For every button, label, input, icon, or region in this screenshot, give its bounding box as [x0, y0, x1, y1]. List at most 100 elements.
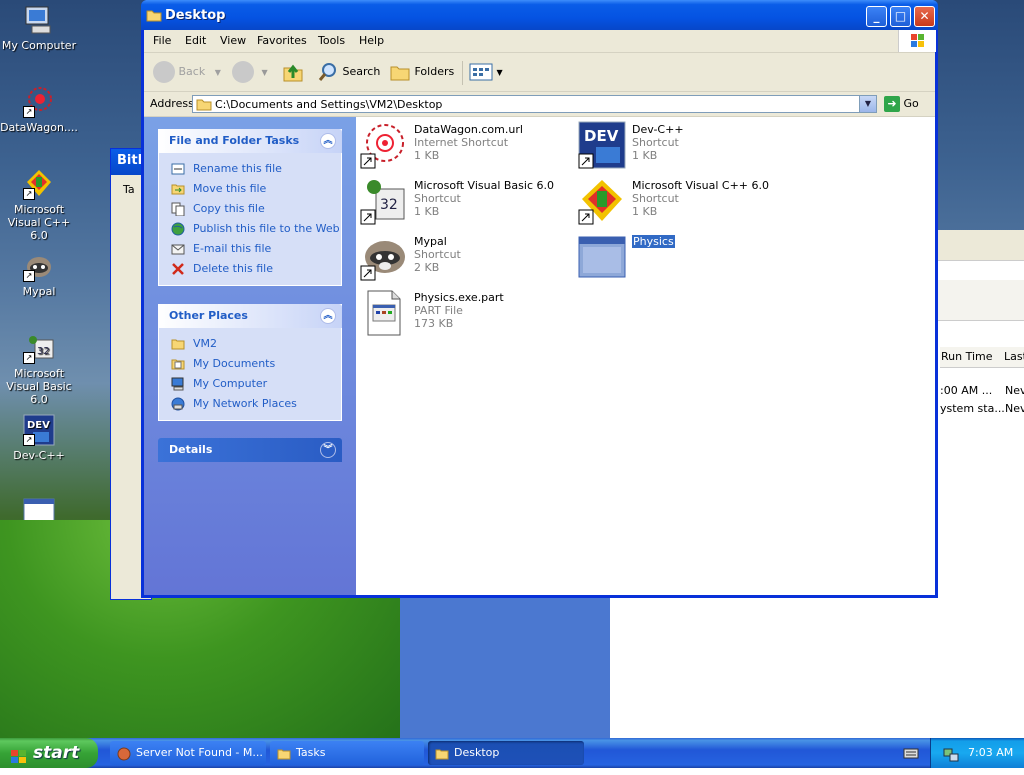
run-time-cell: :00 AM ...	[940, 384, 993, 397]
file-item-visual-cpp[interactable]: Microsoft Visual C++ 6.0 Shortcut 1 KB	[578, 177, 788, 231]
file-size: 173 KB	[414, 317, 454, 330]
keyboard-icon[interactable]	[903, 746, 919, 763]
other-places-panel: Other Places ︽ VM2 My Documents My Compu…	[158, 304, 342, 421]
menu-help[interactable]: Help	[359, 34, 384, 47]
table-row[interactable]: :00 AM ... Nev	[940, 384, 1024, 397]
place-my-computer[interactable]: My Computer	[159, 374, 341, 394]
menu-file[interactable]: File	[153, 34, 171, 47]
desktop-icon-datawagon[interactable]: ↗ DataWagon....	[0, 86, 78, 134]
start-button[interactable]: start	[0, 738, 98, 768]
desktop-icon-physics-part[interactable]: Physics.exe....	[0, 578, 78, 626]
column-header-run-time[interactable]: Run Time	[941, 350, 993, 363]
desktop-icon-my-computer[interactable]: My Computer	[0, 4, 78, 52]
taskbar: start Server Not Found - M... Tasks Desk…	[0, 738, 1024, 768]
close-button[interactable]: ✕	[914, 6, 935, 27]
forward-arrow-icon	[232, 61, 254, 83]
toolbar-divider	[462, 61, 463, 85]
address-dropdown-button[interactable]: ▼	[859, 96, 876, 112]
minimize-button[interactable]: _	[866, 6, 887, 27]
task-label: Move this file	[193, 182, 267, 195]
place-my-network-places[interactable]: My Network Places	[159, 394, 341, 414]
search-icon	[318, 63, 336, 81]
desktop-icon-visual-basic[interactable]: 32 ↗ Microsoft Visual Basic 6.0	[0, 332, 78, 406]
rename-icon	[171, 162, 185, 176]
desktop-icon-physics[interactable]: Physics	[0, 496, 78, 544]
collapse-chevron-icon[interactable]: ︽	[320, 133, 336, 149]
panel-title: File and Folder Tasks	[169, 134, 300, 147]
file-item-datawagon[interactable]: DataWagon.com.url Internet Shortcut 1 KB	[360, 121, 570, 175]
file-item-dev-cpp[interactable]: DEV Dev-C++ Shortcut 1 KB	[578, 121, 788, 175]
task-label: Desktop	[454, 746, 500, 759]
task-tasks[interactable]: Tasks	[270, 741, 424, 765]
svg-text:32: 32	[380, 197, 398, 213]
column-header-last[interactable]: Last	[1004, 350, 1024, 363]
task-desktop[interactable]: Desktop	[428, 741, 584, 765]
desktop-icon-dev-cpp[interactable]: DEV ↗ Dev-C++	[0, 414, 78, 462]
desktop-icon-label: Mypal	[22, 285, 56, 298]
address-value: C:\Documents and Settings\VM2\Desktop	[215, 98, 443, 111]
task-email-file[interactable]: E-mail this file	[159, 239, 341, 259]
file-list-view[interactable]: DataWagon.com.url Internet Shortcut 1 KB…	[356, 117, 935, 595]
visual-basic-icon: 32	[360, 177, 408, 225]
task-delete-file[interactable]: Delete this file	[159, 259, 341, 279]
network-tray-icon[interactable]	[943, 745, 959, 775]
browser-icon	[117, 746, 131, 765]
visual-cpp-icon: ↗	[23, 168, 55, 200]
file-item-mypal[interactable]: Mypal Shortcut 2 KB	[360, 233, 570, 287]
desktop-icon-mypal[interactable]: ↗ Mypal	[0, 250, 78, 298]
table-row[interactable]: ystem sta... Nev	[940, 402, 1024, 415]
file-name-selected: Physics	[632, 235, 675, 248]
collapse-chevron-icon[interactable]: ︽	[320, 308, 336, 324]
task-label: Publish this file to the Web	[193, 222, 340, 235]
task-server-not-found[interactable]: Server Not Found - M...	[110, 741, 266, 765]
forward-button[interactable]: ▼	[232, 60, 268, 84]
file-size: 1 KB	[414, 205, 440, 218]
last-cell: Nev	[1005, 384, 1024, 397]
title-bar[interactable]: Desktop _ □ ✕	[141, 0, 938, 30]
clock[interactable]: 7:03 AM	[968, 738, 1013, 768]
task-publish-web[interactable]: Publish this file to the Web	[159, 219, 341, 239]
panel-header[interactable]: Other Places ︽	[158, 304, 342, 328]
shortcut-arrow-icon: ↗	[23, 352, 35, 364]
menu-favorites[interactable]: Favorites	[257, 34, 307, 47]
place-label: VM2	[193, 337, 218, 350]
place-vm2[interactable]: VM2	[159, 334, 341, 354]
search-button[interactable]: Search	[317, 60, 380, 84]
go-button[interactable]: ➜ Go	[884, 95, 919, 113]
address-bar: Address C:\Documents and Settings\VM2\De…	[144, 92, 935, 117]
file-size: 1 KB	[414, 149, 440, 162]
task-move-file[interactable]: Move this file	[159, 179, 341, 199]
views-button[interactable]: ▼	[469, 60, 503, 84]
file-item-visual-basic[interactable]: 32 Microsoft Visual Basic 6.0 Shortcut 1…	[360, 177, 570, 231]
go-label: Go	[903, 97, 919, 110]
task-label: Rename this file	[193, 162, 282, 175]
folders-button[interactable]: Folders	[389, 60, 454, 84]
desktop-icon-visual-cpp[interactable]: ↗ Microsoft Visual C++ 6.0	[0, 168, 78, 242]
explorer-window[interactable]: Desktop _ □ ✕ File Edit View Favorites T…	[141, 0, 938, 598]
background-window-tab[interactable]: Ta	[123, 183, 135, 196]
expand-chevron-icon[interactable]: ︾	[320, 442, 336, 458]
maximize-button[interactable]: □	[890, 6, 911, 27]
task-rename-file[interactable]: Rename this file	[159, 159, 341, 179]
svg-text:DEV: DEV	[27, 420, 50, 431]
panel-header[interactable]: Details ︾	[158, 438, 342, 462]
desktop-icon-label: My Computer	[1, 39, 77, 52]
menu-edit[interactable]: Edit	[185, 34, 206, 47]
task-copy-file[interactable]: Copy this file	[159, 199, 341, 219]
file-item-physics-part[interactable]: Physics.exe.part PART File 173 KB	[360, 289, 570, 343]
views-icon	[469, 63, 493, 81]
file-name: Physics.exe.part	[414, 291, 504, 304]
file-type: Shortcut	[632, 136, 679, 149]
scheduled-tasks-icon	[277, 746, 291, 765]
up-folder-button[interactable]	[281, 60, 305, 84]
menu-tools[interactable]: Tools	[318, 34, 345, 47]
place-my-documents[interactable]: My Documents	[159, 354, 341, 374]
address-input[interactable]: C:\Documents and Settings\VM2\Desktop ▼	[192, 95, 877, 113]
menu-view[interactable]: View	[220, 34, 246, 47]
file-item-physics[interactable]: Physics	[578, 233, 788, 287]
file-folder-tasks-panel: File and Folder Tasks ︽ Rename this file…	[158, 129, 342, 286]
start-label: start	[33, 743, 80, 763]
last-cell: Nev	[1005, 402, 1024, 415]
panel-header[interactable]: File and Folder Tasks ︽	[158, 129, 342, 153]
back-button[interactable]: Back ▼	[153, 60, 221, 84]
